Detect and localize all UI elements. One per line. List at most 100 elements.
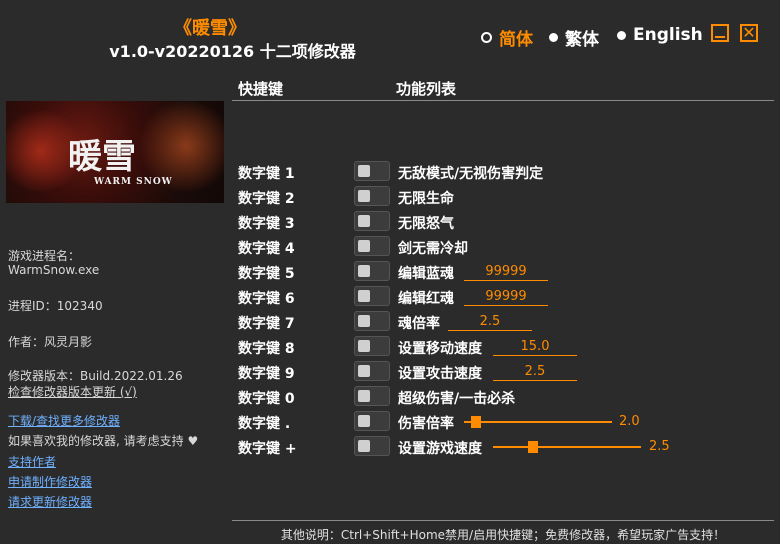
features-column-header: 功能列表: [396, 80, 457, 98]
cheat-toggle[interactable]: [354, 236, 390, 256]
cheat-toggle[interactable]: [354, 161, 390, 181]
lang-label: English: [633, 25, 703, 45]
slider-value: 2.0: [619, 414, 640, 429]
process-name: WarmSnow.exe: [8, 263, 100, 277]
slider-thumb[interactable]: [471, 416, 481, 428]
hotkey-label: 数字键 6: [238, 291, 295, 307]
support-author-link[interactable]: 支持作者: [8, 453, 56, 470]
cheat-row: 数字键 7 魂倍率 2.5: [238, 310, 778, 335]
hotkey-column-header: 快捷键: [238, 80, 284, 98]
cheat-toggle[interactable]: [354, 386, 390, 406]
toggle-knob: [358, 265, 370, 277]
cheat-toggle[interactable]: [354, 211, 390, 231]
cheat-label: 无敌模式/无视伤害判定: [398, 166, 544, 182]
close-button[interactable]: ✕: [740, 23, 758, 42]
minimize-icon: [715, 36, 725, 38]
cheat-row: 数字键 5 编辑蓝魂 99999: [238, 260, 778, 285]
footer-divider: [232, 520, 774, 521]
cheat-toggle[interactable]: [354, 186, 390, 206]
toggle-knob: [358, 165, 370, 177]
value-input[interactable]: 2.5: [493, 364, 577, 381]
request-update-link[interactable]: 请求更新修改器: [8, 493, 92, 510]
cheat-row: 数字键 0 超级伤害/一击必杀: [238, 385, 778, 410]
hotkey-label: 数字键 2: [238, 191, 295, 207]
hotkey-label: 数字键 4: [238, 241, 295, 257]
hotkey-label: 数字键 +: [238, 441, 297, 457]
author: 作者：风灵月影: [8, 335, 93, 349]
value-input[interactable]: 99999: [464, 289, 548, 306]
toggle-knob: [358, 340, 370, 352]
lang-label: 繁体: [565, 30, 599, 50]
value-input[interactable]: 2.5: [448, 314, 532, 331]
banner-logo-sub: WARM SNOW: [94, 177, 173, 187]
lang-simplified[interactable]: 简体: [481, 25, 533, 50]
hotkey-label: 数字键 9: [238, 366, 295, 382]
lang-label: 简体: [499, 30, 533, 50]
value-input[interactable]: 15.0: [493, 339, 577, 356]
game-speed-slider[interactable]: [493, 441, 641, 453]
cheat-label: 剑无需冷却: [398, 241, 468, 257]
cheat-row: 数字键 3 无限怒气: [238, 210, 778, 235]
hotkey-label: 数字键 5: [238, 266, 295, 282]
trainer-title: v1.0-v20220126 十二项修改器: [109, 42, 356, 61]
cheat-label: 设置攻击速度: [398, 366, 482, 382]
hotkey-label: 数字键 .: [238, 416, 291, 432]
cheat-toggle[interactable]: [354, 261, 390, 281]
check-update-link[interactable]: 检查修改器版本更新 (√): [8, 383, 137, 400]
cheat-row: 数字键 1 无敌模式/无视伤害判定: [238, 160, 778, 185]
cheat-toggle[interactable]: [354, 286, 390, 306]
slider-thumb[interactable]: [528, 441, 538, 453]
cheat-toggle[interactable]: [354, 436, 390, 456]
minimize-button[interactable]: [711, 24, 729, 42]
process-id: 进程ID：102340: [8, 299, 103, 313]
radio-selected-icon: [481, 32, 492, 43]
cheat-toggle[interactable]: [354, 361, 390, 381]
cheat-label: 设置游戏速度: [398, 441, 482, 457]
toggle-knob: [358, 215, 370, 227]
cheat-row: 数字键 6 编辑红魂 99999: [238, 285, 778, 310]
cheat-label: 编辑红魂: [398, 291, 454, 307]
hotkey-label: 数字键 1: [238, 166, 295, 182]
game-banner: 暖雪 WARM SNOW: [6, 101, 224, 203]
toggle-knob: [358, 290, 370, 302]
radio-unselected-icon: [549, 33, 558, 42]
cheat-toggle[interactable]: [354, 411, 390, 431]
cheat-toggle[interactable]: [354, 336, 390, 356]
footer-note: 其他说明：Ctrl+Shift+Home禁用/启用快捷键；免费修改器，希望玩家广…: [280, 528, 726, 542]
cheat-label: 无限怒气: [398, 216, 454, 232]
hotkey-label: 数字键 7: [238, 316, 295, 332]
header-divider: [232, 100, 774, 101]
close-icon: ✕: [742, 23, 756, 42]
build-version: 修改器版本：Build.2022.01.26: [8, 369, 183, 383]
cheat-row: 数字键 4 剑无需冷却: [238, 235, 778, 260]
toggle-knob: [358, 365, 370, 377]
game-title: 《暖雪》: [174, 18, 246, 39]
hotkey-label: 数字键 8: [238, 341, 295, 357]
lang-english[interactable]: English: [617, 25, 703, 45]
cheat-row: 数字键 + 设置游戏速度 2.5: [238, 435, 778, 460]
toggle-knob: [358, 190, 370, 202]
cheat-row: 数字键 8 设置移动速度 15.0: [238, 335, 778, 360]
hotkey-label: 数字键 3: [238, 216, 295, 232]
toggle-knob: [358, 415, 370, 427]
cheat-row: 数字键 2 无限生命: [238, 185, 778, 210]
cheat-row: 数字键 . 伤害倍率 2.0: [238, 410, 778, 435]
process-label: 游戏进程名：: [8, 249, 81, 263]
lang-traditional[interactable]: 繁体: [549, 25, 599, 50]
toggle-knob: [358, 390, 370, 402]
hotkey-label: 数字键 0: [238, 391, 295, 407]
cheat-label: 超级伤害/一击必杀: [398, 391, 516, 407]
cheat-toggle[interactable]: [354, 311, 390, 331]
slider-value: 2.5: [649, 439, 670, 454]
toggle-knob: [358, 315, 370, 327]
cheat-label: 编辑蓝魂: [398, 266, 454, 282]
damage-multiplier-slider[interactable]: [464, 416, 612, 428]
cheat-row: 数字键 9 设置攻击速度 2.5: [238, 360, 778, 385]
support-text: 如果喜欢我的修改器, 请考虑支持 ♥: [8, 434, 199, 448]
value-input[interactable]: 99999: [464, 264, 548, 281]
download-link[interactable]: 下载/查找更多修改器: [8, 412, 120, 429]
cheat-label: 伤害倍率: [398, 416, 454, 432]
request-trainer-link[interactable]: 申请制作修改器: [8, 473, 92, 490]
banner-logo: 暖雪: [68, 137, 136, 177]
radio-unselected-icon: [617, 30, 626, 40]
